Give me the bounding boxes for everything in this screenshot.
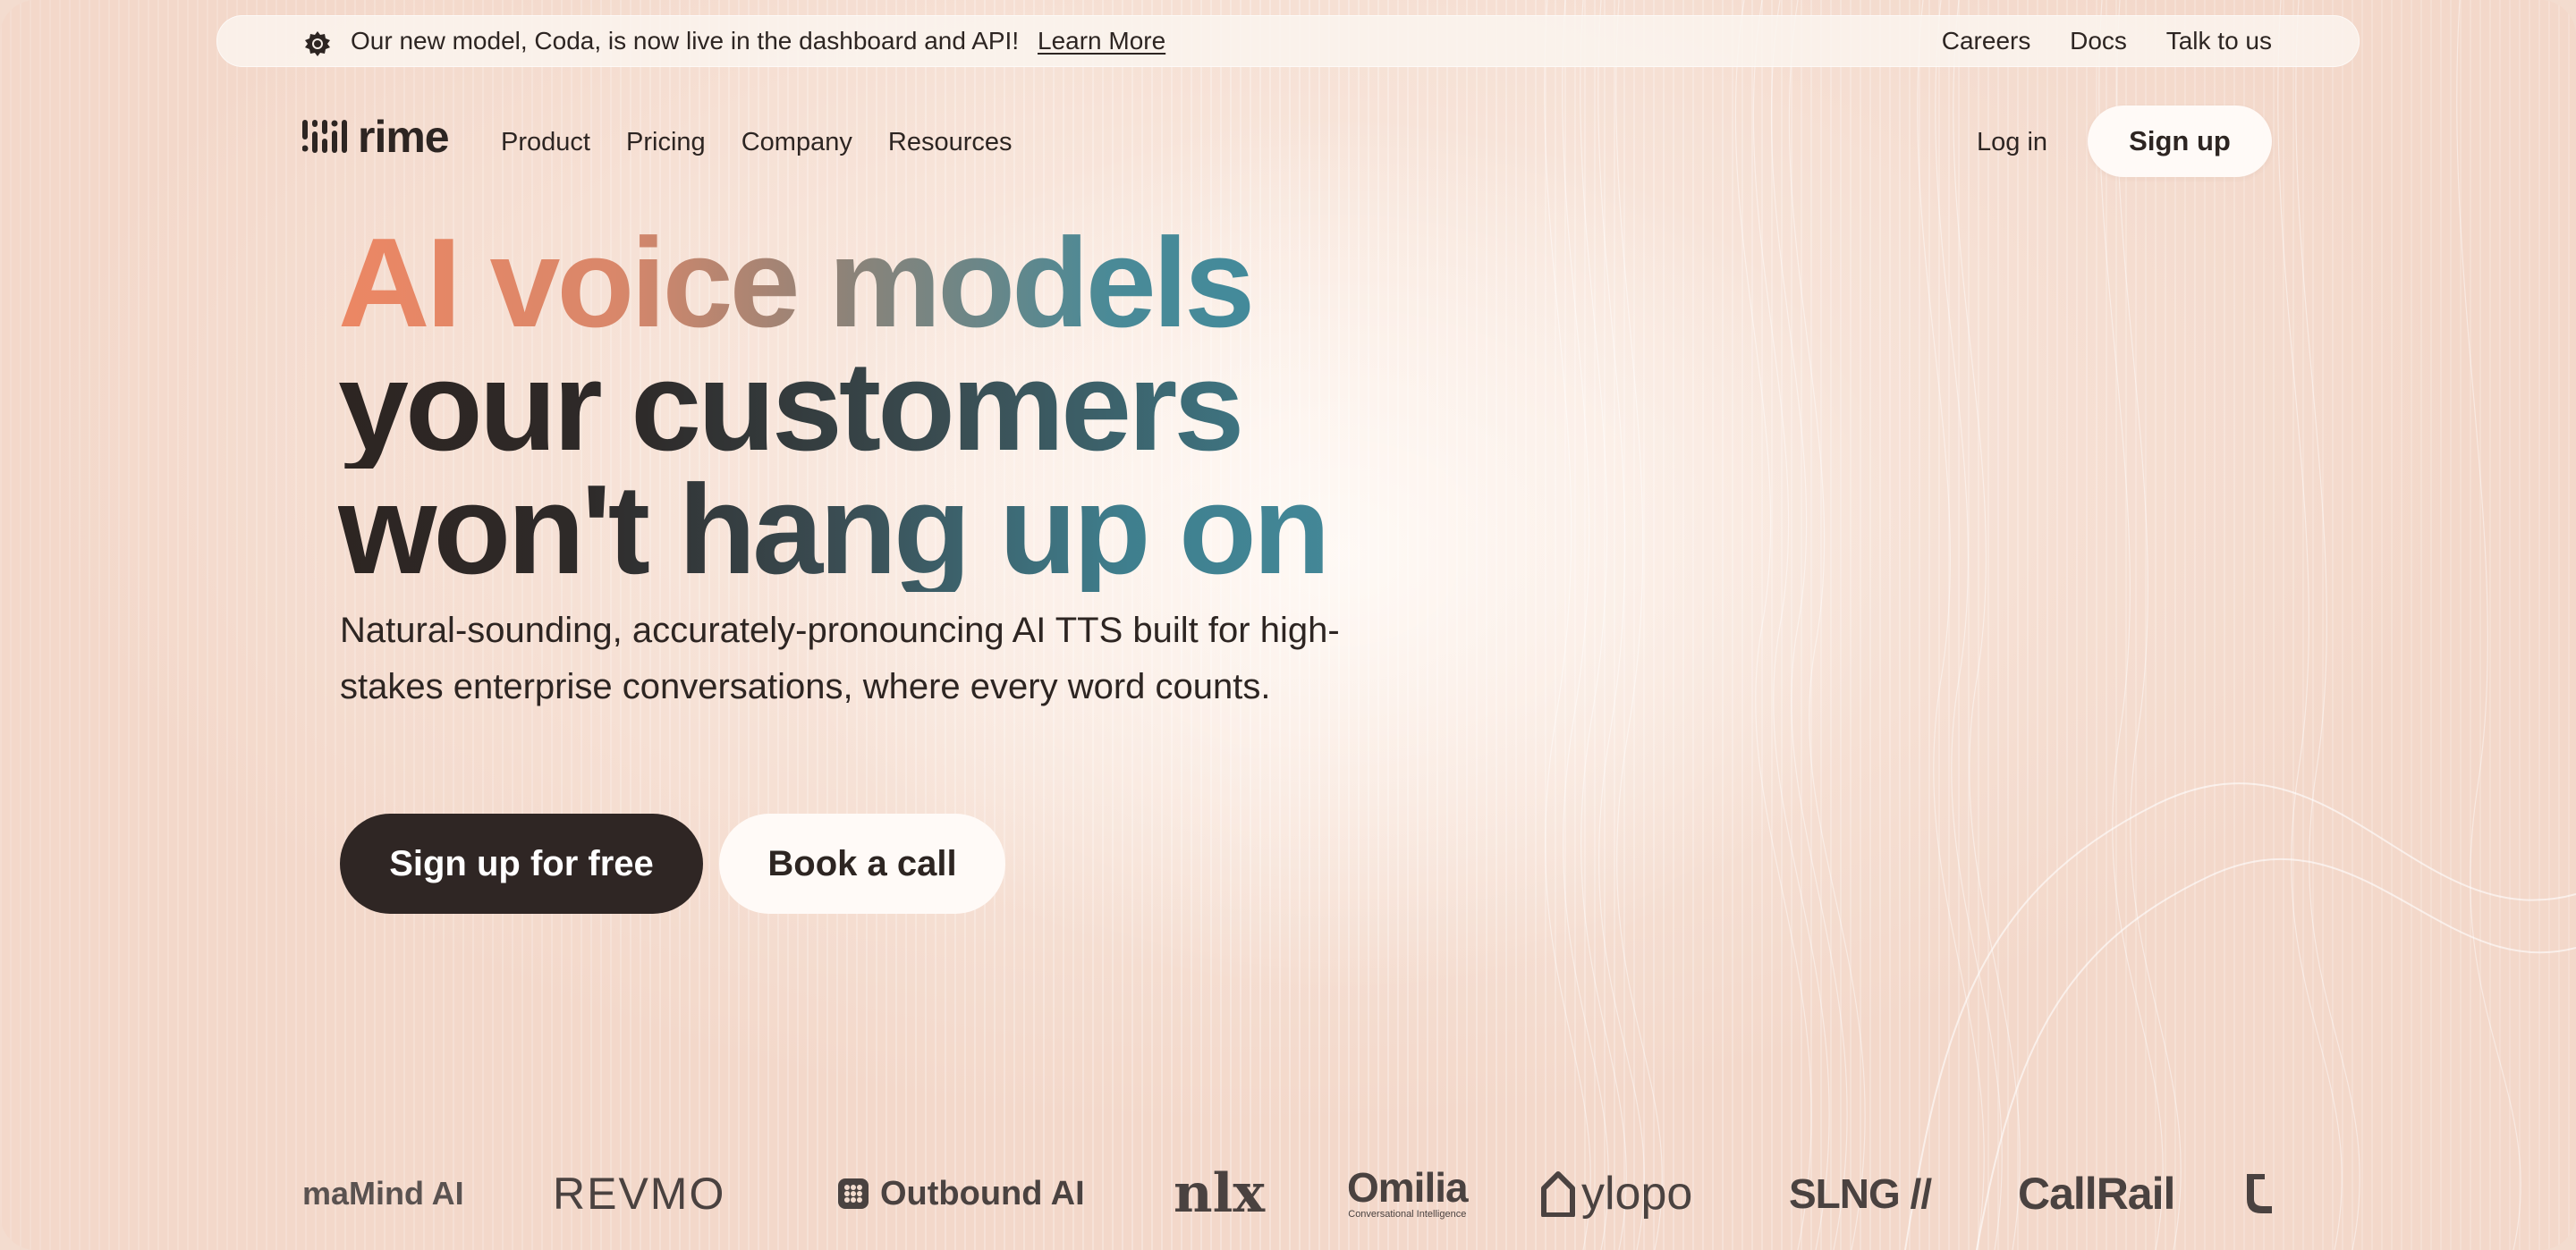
logo-mamind-ai: maMind AI xyxy=(302,1153,464,1234)
page: Our new model, Coda, is now live in the … xyxy=(0,0,2576,1250)
logo-ylopo-text: ylopo xyxy=(1581,1168,1693,1220)
learn-more-link[interactable]: Learn More xyxy=(1038,28,1165,55)
logo-callrail: CallRail xyxy=(2018,1153,2175,1234)
sparkle-badge-icon xyxy=(305,31,330,56)
announcement-message: Our new model, Coda, is now live in the … xyxy=(351,27,1020,55)
rime-logo-icon xyxy=(302,120,347,153)
logo-slng: SLNG // xyxy=(1789,1153,1932,1234)
hero-headline-line-3: won't hang up on xyxy=(338,459,1330,601)
logo-mamind-ai-text: maMind AI xyxy=(302,1175,464,1212)
utility-links: Careers Docs Talk to us xyxy=(1910,28,2272,55)
careers-link[interactable]: Careers xyxy=(1942,27,2031,55)
nav-item-company[interactable]: Company xyxy=(741,128,852,156)
partial-logo-icon xyxy=(2247,1174,2272,1213)
logo-omilia-text: Omilia xyxy=(1347,1164,1469,1211)
logo-slng-text: SLNG // xyxy=(1789,1170,1932,1217)
customer-logos-strip: maMind AI REVMO Outbound AI nlx Omilia C… xyxy=(302,1153,2272,1234)
logo-ylopo: ylopo xyxy=(1540,1153,1692,1234)
docs-link[interactable]: Docs xyxy=(2070,27,2127,55)
logo-revmo: REVMO xyxy=(553,1153,725,1234)
logo-nlx-text: nlx xyxy=(1174,1162,1266,1225)
nav-item-resources[interactable]: Resources xyxy=(888,128,1013,156)
logo-revmo-text: REVMO xyxy=(553,1169,726,1219)
hero-headline-line-2: your customers xyxy=(338,343,1327,470)
talk-to-us-link[interactable]: Talk to us xyxy=(2166,27,2272,55)
hero-headline: AI voice models your customers won't han… xyxy=(338,220,1330,601)
brand-name: rime xyxy=(358,112,450,162)
signup-button[interactable]: Sign up xyxy=(2088,106,2272,177)
logo-nlx: nlx xyxy=(1174,1153,1265,1234)
main-nav: Product Pricing Company Resources xyxy=(501,128,1041,157)
hero-subtitle: Natural-sounding, accurately-pronouncing… xyxy=(340,611,1340,706)
login-link[interactable]: Log in xyxy=(1977,128,2047,157)
wave-pattern-decoration xyxy=(1544,0,2576,1250)
logo-outbound-ai: Outbound AI xyxy=(837,1153,1085,1234)
hero-headline-line-1: AI voice models xyxy=(338,220,1327,347)
logo-partial xyxy=(2245,1153,2272,1234)
logo-outbound-ai-text: Outbound AI xyxy=(880,1174,1085,1212)
nav-item-pricing[interactable]: Pricing xyxy=(626,128,706,156)
announcement-bar: Our new model, Coda, is now live in the … xyxy=(216,15,2360,67)
logo-callrail-text: CallRail xyxy=(2018,1169,2175,1219)
nav-item-product[interactable]: Product xyxy=(501,128,590,156)
signup-for-free-button[interactable]: Sign up for free xyxy=(340,814,703,914)
book-a-call-button[interactable]: Book a call xyxy=(719,814,1005,914)
outbound-ai-icon xyxy=(838,1178,869,1209)
ylopo-house-icon xyxy=(1541,1171,1575,1217)
logo-omilia: Omilia Conversational Intelligence xyxy=(1347,1153,1469,1234)
logo-omilia-tagline: Conversational Intelligence xyxy=(1348,1209,1467,1220)
